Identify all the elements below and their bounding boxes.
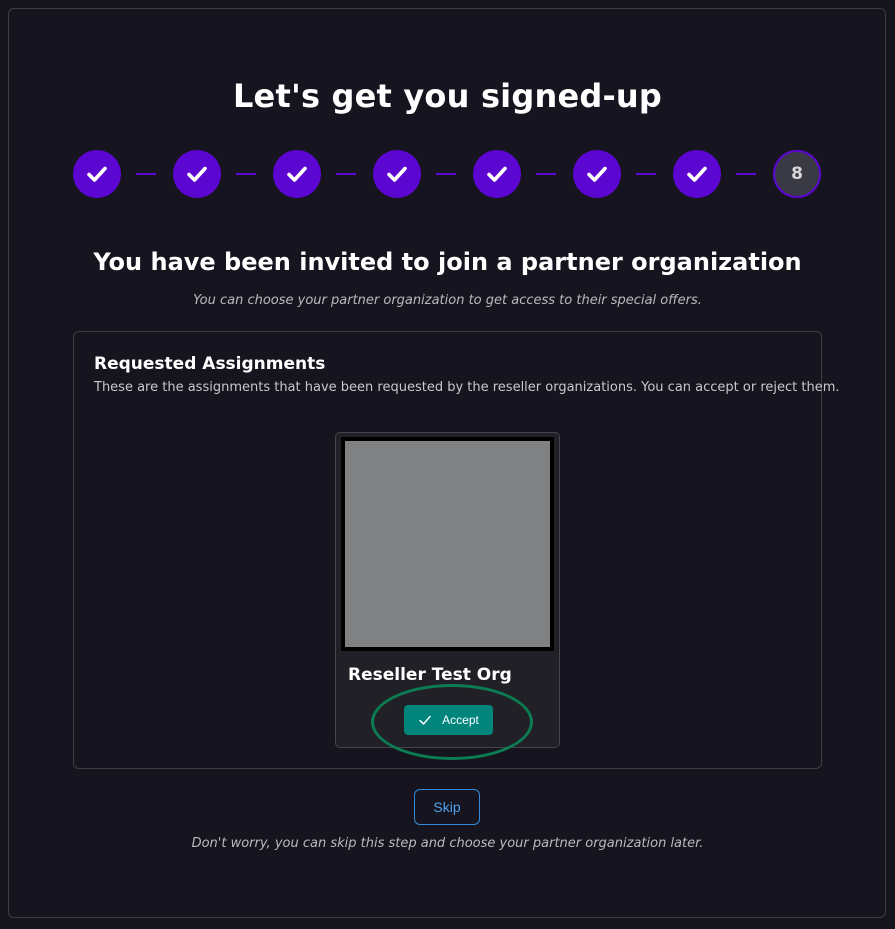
step-4-complete	[373, 150, 421, 198]
skip-button[interactable]: Skip	[414, 789, 480, 825]
step-connector	[636, 173, 656, 175]
accept-button[interactable]: Accept	[404, 705, 493, 735]
step-connector	[236, 173, 256, 175]
step-connector	[436, 173, 456, 175]
check-icon	[387, 166, 407, 182]
step-1-complete	[73, 150, 121, 198]
step-connector	[136, 173, 156, 175]
panel-description: These are the assignments that have been…	[94, 380, 840, 395]
organization-name: Reseller Test Org	[348, 665, 512, 685]
page-title: Let's get you signed-up	[232, 77, 663, 115]
panel-title: Requested Assignments	[94, 354, 326, 374]
requested-assignments-panel: Requested Assignments These are the assi…	[73, 331, 840, 769]
step-connector	[336, 173, 356, 175]
check-icon	[587, 166, 607, 182]
step-5-complete	[473, 150, 521, 198]
skip-note: Don't worry, you can skip this step and …	[191, 836, 704, 851]
step-connector	[536, 173, 556, 175]
check-icon	[419, 715, 431, 725]
check-icon	[687, 166, 707, 182]
step-3-complete	[273, 150, 321, 198]
step-connector	[736, 173, 756, 175]
step-6-complete	[573, 150, 621, 198]
invitation-title: You have been invited to join a partner …	[93, 248, 802, 276]
check-icon	[87, 166, 107, 182]
signup-stepper: 8	[73, 150, 823, 198]
organization-image	[341, 437, 554, 651]
invitation-subtitle: You can choose your partner organization…	[193, 293, 702, 308]
accept-label: Accept	[442, 713, 479, 727]
organization-card: Reseller Test Org Accept	[335, 432, 560, 748]
step-8-current: 8	[773, 150, 821, 198]
check-icon	[287, 166, 307, 182]
step-2-complete	[173, 150, 221, 198]
step-7-complete	[673, 150, 721, 198]
check-icon	[187, 166, 207, 182]
image-placeholder	[345, 441, 550, 647]
check-icon	[487, 166, 507, 182]
